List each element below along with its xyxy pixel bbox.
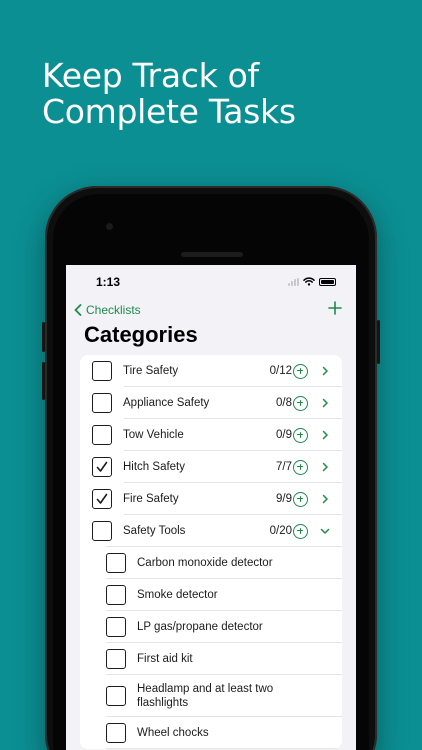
add-item-icon[interactable]	[293, 459, 308, 475]
category-count: 0/8	[276, 397, 292, 409]
category-checkbox-checked[interactable]	[92, 489, 112, 509]
battery-icon	[319, 277, 336, 286]
plus-icon	[328, 301, 342, 315]
category-label: Appliance Safety	[123, 397, 210, 409]
app-screen: 1:13 Checklists Categories Tire Safety 0…	[66, 265, 356, 750]
headline-line-1: Keep Track of	[42, 56, 259, 95]
wifi-icon	[303, 277, 315, 286]
category-label: Tire Safety	[123, 365, 179, 377]
add-item-icon[interactable]	[293, 363, 308, 379]
headline-line-2: Complete Tasks	[42, 92, 296, 131]
category-checkbox[interactable]	[92, 425, 112, 445]
status-bar: 1:13	[66, 265, 356, 299]
phone-camera	[106, 223, 113, 230]
item-checkbox[interactable]	[106, 617, 126, 637]
back-button[interactable]: Checklists	[74, 303, 141, 317]
category-list: Tire Safety 0/12 Appliance Safety 0/8 To…	[80, 355, 342, 749]
checklist-item[interactable]: Headlamp and at least two flashlights	[80, 675, 342, 717]
category-row-hitch-safety[interactable]: Hitch Safety 7/7	[80, 451, 342, 483]
item-checkbox[interactable]	[106, 686, 126, 706]
category-row-fire-safety[interactable]: Fire Safety 9/9	[80, 483, 342, 515]
category-row-appliance-safety[interactable]: Appliance Safety 0/8	[80, 387, 342, 419]
item-checkbox[interactable]	[106, 585, 126, 605]
status-time: 1:13	[96, 275, 121, 289]
category-label: Safety Tools	[123, 525, 186, 537]
item-label: Wheel chocks	[137, 727, 209, 739]
item-checkbox[interactable]	[106, 723, 126, 743]
add-item-icon[interactable]	[293, 523, 308, 539]
item-label: Smoke detector	[137, 589, 218, 601]
chevron-right-icon[interactable]	[320, 430, 330, 440]
item-label: LP gas/propane detector	[137, 621, 263, 633]
phone-speaker	[181, 252, 243, 257]
category-label: Hitch Safety	[123, 461, 185, 473]
phone-power-button	[377, 320, 380, 364]
item-label: First aid kit	[137, 653, 193, 665]
category-count: 7/7	[276, 461, 292, 473]
add-item-icon[interactable]	[293, 395, 308, 411]
category-checkbox[interactable]	[92, 521, 112, 541]
category-checkbox-checked[interactable]	[92, 457, 112, 477]
category-checkbox[interactable]	[92, 393, 112, 413]
navigation-bar: Checklists	[66, 301, 356, 323]
category-count: 0/9	[276, 429, 292, 441]
category-count: 9/9	[276, 493, 292, 505]
item-checkbox[interactable]	[106, 649, 126, 669]
chevron-left-icon	[74, 304, 82, 316]
status-icons	[288, 277, 336, 286]
checklist-item[interactable]: Carbon monoxide detector	[80, 547, 342, 579]
category-count: 0/12	[269, 365, 292, 377]
checklist-item[interactable]: Wheel chocks	[80, 717, 342, 749]
chevron-right-icon[interactable]	[320, 462, 330, 472]
back-button-label: Checklists	[86, 303, 141, 317]
checkmark-icon	[96, 461, 108, 472]
chevron-down-icon[interactable]	[320, 526, 330, 536]
add-item-icon[interactable]	[293, 427, 308, 443]
chevron-right-icon[interactable]	[320, 398, 330, 408]
cellular-signal-icon	[288, 277, 299, 286]
category-label: Fire Safety	[123, 493, 179, 505]
category-checkbox[interactable]	[92, 361, 112, 381]
checklist-item[interactable]: First aid kit	[80, 643, 342, 675]
add-item-icon[interactable]	[293, 491, 308, 507]
category-count: 0/20	[269, 525, 292, 537]
category-label: Tow Vehicle	[123, 429, 184, 441]
item-label: Headlamp and at least two flashlights	[137, 683, 274, 709]
category-row-tire-safety[interactable]: Tire Safety 0/12	[80, 355, 342, 387]
add-category-button[interactable]	[328, 301, 342, 320]
checklist-item[interactable]: Smoke detector	[80, 579, 342, 611]
page-title: Categories	[84, 322, 198, 347]
item-label: Carbon monoxide detector	[137, 557, 273, 569]
checklist-item[interactable]: LP gas/propane detector	[80, 611, 342, 643]
category-row-safety-tools[interactable]: Safety Tools 0/20	[80, 515, 342, 547]
item-checkbox[interactable]	[106, 553, 126, 573]
checkmark-icon	[96, 493, 108, 504]
category-row-tow-vehicle[interactable]: Tow Vehicle 0/9	[80, 419, 342, 451]
chevron-right-icon[interactable]	[320, 494, 330, 504]
chevron-right-icon[interactable]	[320, 366, 330, 376]
headline: Keep Track of Complete Tasks	[42, 58, 296, 130]
